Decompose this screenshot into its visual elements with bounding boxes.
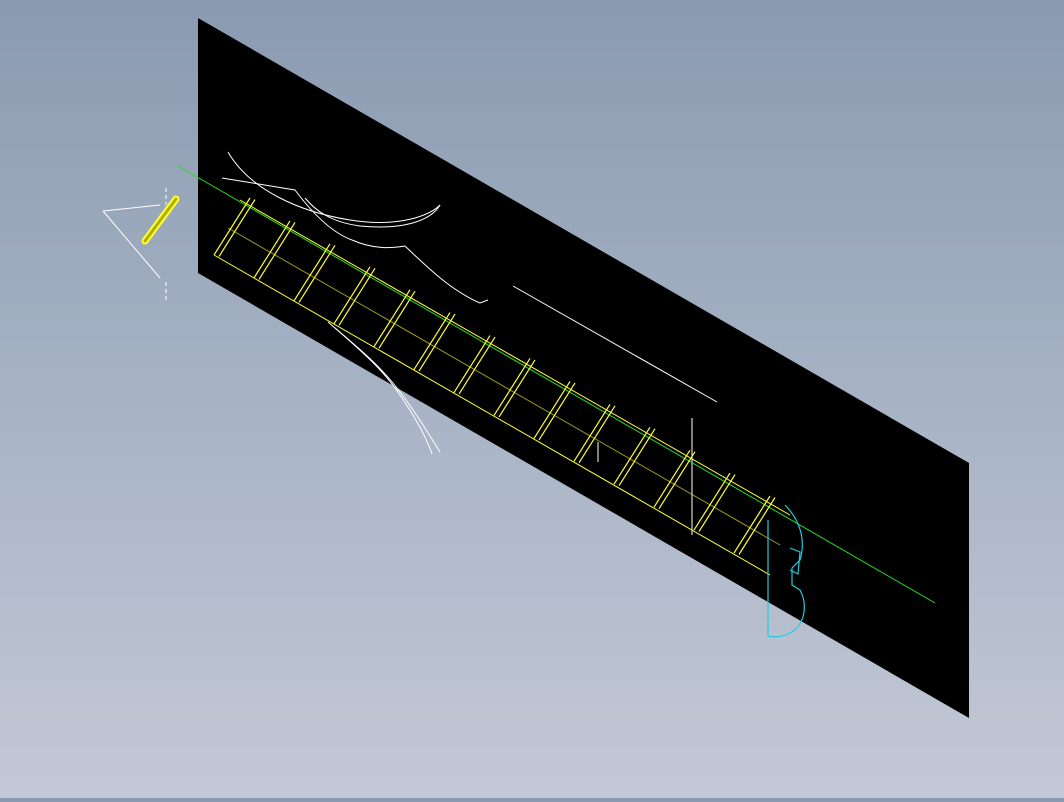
cad-drawing-canvas[interactable] [0,0,1064,798]
section-plane [198,18,969,718]
coordinate-triad-icon[interactable] [102,188,167,303]
cad-viewport[interactable] [0,0,1064,798]
pin-part-icon[interactable] [141,195,180,245]
